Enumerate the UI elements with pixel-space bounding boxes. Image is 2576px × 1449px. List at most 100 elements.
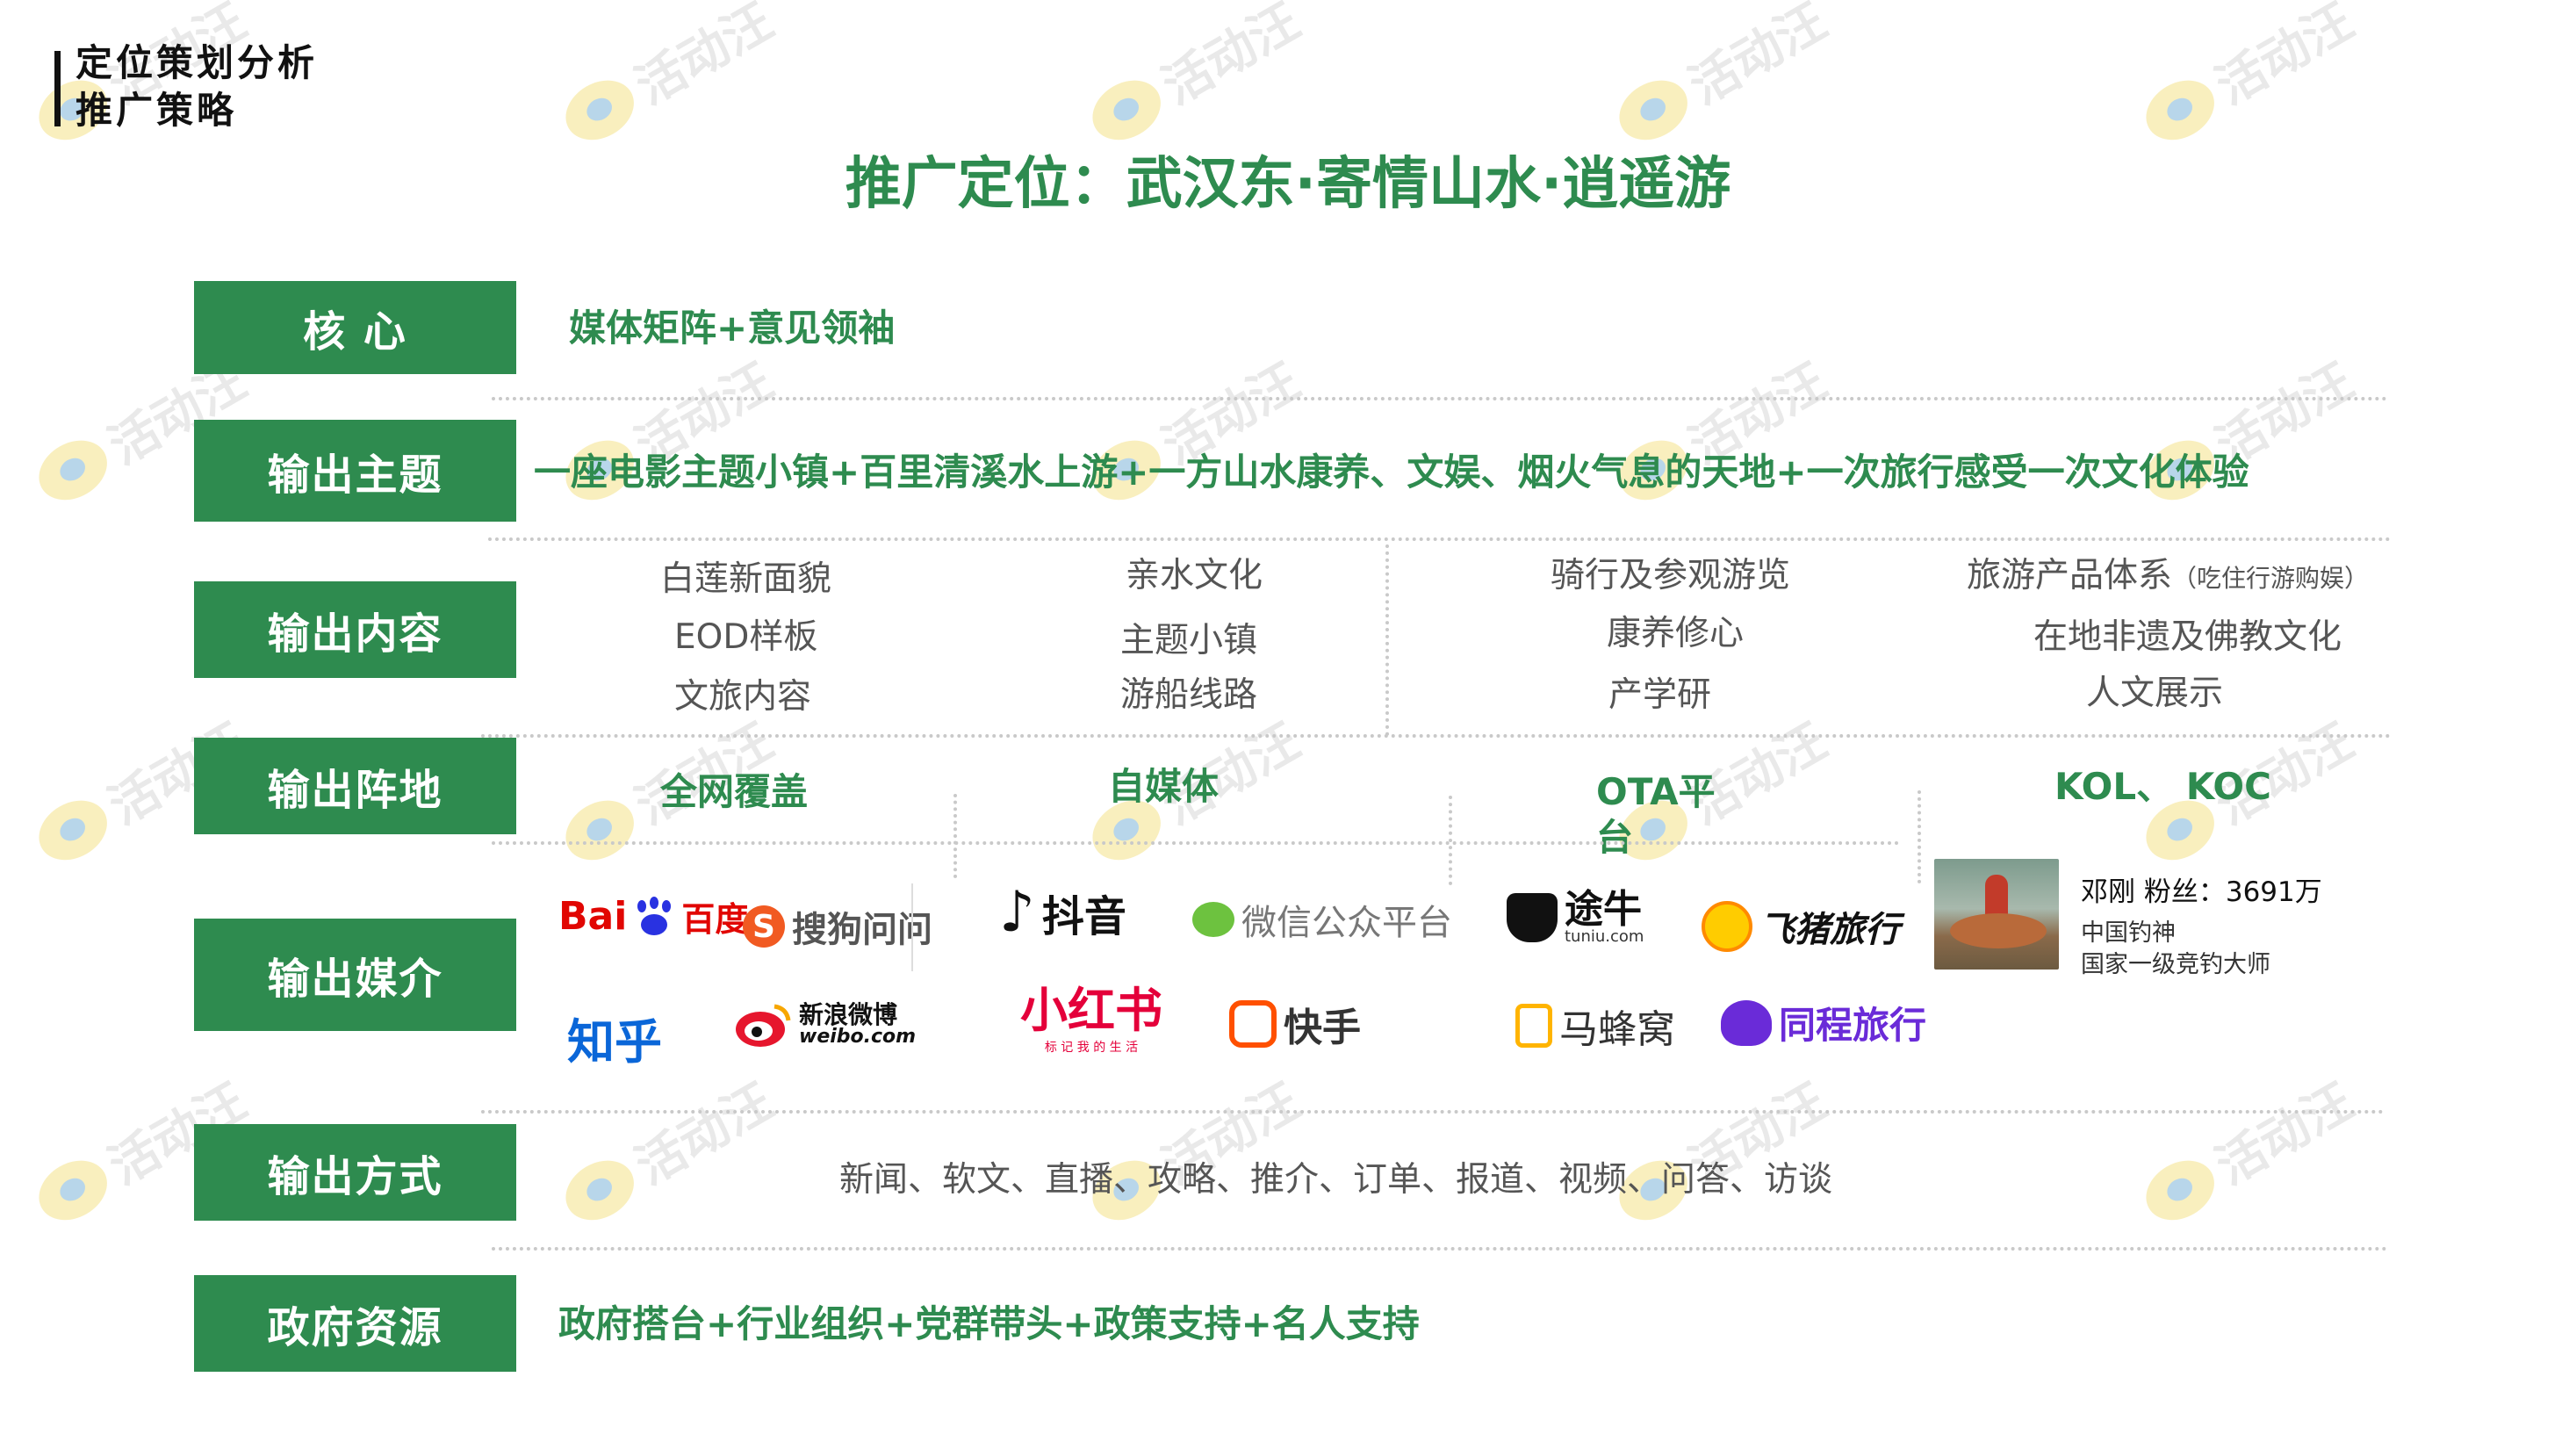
douyin-text: 抖音 xyxy=(1041,892,1126,941)
mafengwo-text: 马蜂窝 xyxy=(1559,1007,1675,1052)
kuaishou-text: 快手 xyxy=(1284,1006,1361,1050)
logo-tongcheng: 同程旅行 xyxy=(1721,996,1926,1049)
content-item: 产学研 xyxy=(1608,675,1712,715)
core-text: 媒体矩阵+意见领袖 xyxy=(569,306,896,350)
weibo-icon xyxy=(736,1004,791,1047)
watermark-mascot-icon xyxy=(27,428,118,512)
platform-kol-koc: KOL、 KOC xyxy=(2054,765,2271,808)
separator xyxy=(481,734,2392,738)
fliggy-icon xyxy=(1702,901,1752,952)
logo-fliggy: 飞猪旅行 xyxy=(1702,901,1900,952)
weibo-cn: 新浪微博 xyxy=(799,1000,898,1029)
method-text: 新闻、软文、直播、攻略、推介、订单、报道、视频、问答、访谈 xyxy=(839,1160,1833,1200)
logo-baidu: Bai 百度 xyxy=(558,892,748,941)
watermark-mascot-icon xyxy=(1608,68,1698,152)
label-gov: 政府资源 xyxy=(194,1275,516,1372)
watermark: 活动汪 xyxy=(1604,0,1838,159)
watermark-mascot-icon xyxy=(2134,1148,2225,1232)
separator xyxy=(488,537,2392,541)
logo-zhihu: 知乎 xyxy=(567,1014,662,1070)
logo-weibo: 新浪微博 weibo.com xyxy=(734,1001,916,1049)
kol-name-fans: 邓刚 粉丝：3691万 xyxy=(2081,876,2322,908)
label-platforms: 输出阵地 xyxy=(194,738,516,834)
watermark: 活动汪 xyxy=(1604,1063,1838,1238)
content-item: 文旅内容 xyxy=(674,677,812,717)
content-item-note: （吃住行游购娱） xyxy=(2172,564,2370,593)
watermark-mascot-icon xyxy=(27,1148,118,1232)
content-item: 旅游产品体系（吃住行游购娱） xyxy=(1967,553,2369,602)
content-item: 骑行及参观游览 xyxy=(1551,556,1791,595)
content-item: 在地非遗及佛教文化 xyxy=(2033,617,2342,657)
separator xyxy=(492,1247,2388,1251)
label-core: 核 心 xyxy=(194,281,516,374)
theme-text: 一座电影主题小镇+百里清溪水上游+一方山水康养、文娱、烟火气息的天地+一次旅行感… xyxy=(534,451,2249,494)
content-item: 人文展示 xyxy=(2086,674,2224,713)
watermark: 活动汪 xyxy=(1077,0,1311,159)
wechat-text: 微信公众平台 xyxy=(1241,903,1452,943)
logo-wechat: 微信公众平台 xyxy=(1192,894,1452,945)
tuniu-en: tuniu.com xyxy=(1565,927,1644,946)
tongcheng-text: 同程旅行 xyxy=(1779,1004,1927,1047)
content-item: 白莲新面貌 xyxy=(660,559,832,599)
photo-person xyxy=(1985,875,2008,919)
photo-fish xyxy=(1950,913,2047,948)
xiaohongshu-slogan: 标 记 我 的 生 活 xyxy=(1044,1041,1139,1055)
xiaohongshu-text: 小红书 xyxy=(1020,983,1162,1038)
header-accent-bar xyxy=(54,51,61,126)
watermark-mascot-icon xyxy=(554,788,644,872)
wechat-icon xyxy=(1192,902,1234,937)
content-item: EOD样板 xyxy=(674,617,818,657)
watermark-mascot-icon xyxy=(554,68,644,152)
logo-kuaishou: 快手 xyxy=(1229,996,1361,1052)
content-item: 游船线路 xyxy=(1120,675,1258,715)
content-item: 康养修心 xyxy=(1607,614,1745,653)
tuniu-text: 途牛 tuniu.com xyxy=(1565,890,1644,945)
logo-douyin: ♪ 抖音 xyxy=(999,882,1126,943)
baidu-text: 百度 xyxy=(681,900,749,939)
platform-ota: OTA平台 xyxy=(1596,770,1716,859)
label-content: 输出内容 xyxy=(194,581,516,678)
tiktok-note-icon: ♪ xyxy=(999,880,1035,945)
watermark: 活动汪 xyxy=(1077,1063,1311,1238)
watermark-mascot-icon xyxy=(554,1148,644,1232)
content-item-main: 旅游产品体系 xyxy=(1967,556,2173,595)
separator xyxy=(481,1110,2385,1114)
weibo-en: weibo.com xyxy=(799,1026,917,1048)
watermark-mascot-icon xyxy=(27,788,118,872)
watermark: 活动汪 xyxy=(550,1063,784,1238)
logo-tuniu: 途牛 tuniu.com xyxy=(1507,890,1644,945)
separator-vertical xyxy=(1449,796,1452,885)
baidu-paw-icon xyxy=(634,896,674,937)
label-method: 输出方式 xyxy=(194,1124,516,1221)
kuaishou-icon xyxy=(1229,1000,1277,1048)
logo-mafengwo: 马蜂窝 xyxy=(1515,998,1675,1054)
section-subtitle: 推广策略 xyxy=(76,89,238,132)
weibo-text: 新浪微博 weibo.com xyxy=(799,1003,916,1047)
separator-vertical xyxy=(1918,790,1921,883)
logo-sogou: S 搜狗问问 xyxy=(743,901,932,952)
kol-title-2: 国家一级竞钓大师 xyxy=(2081,951,2270,978)
platform-self-media: 自媒体 xyxy=(1108,765,1220,808)
content-item: 亲水文化 xyxy=(1126,556,1263,595)
label-theme: 输出主题 xyxy=(194,420,516,522)
separator xyxy=(492,841,1900,845)
separator xyxy=(492,397,2388,400)
section-title: 定位策划分析 xyxy=(76,41,319,84)
watermark: 活动汪 xyxy=(2131,1063,2364,1238)
watermark: 活动汪 xyxy=(550,0,784,159)
logo-xiaohongshu: 小红书 标 记 我 的 生 活 xyxy=(1020,987,1162,1056)
divider xyxy=(911,883,913,971)
platform-all-network: 全网覆盖 xyxy=(660,770,809,813)
tuniu-cow-icon xyxy=(1507,893,1558,942)
sogou-icon: S xyxy=(743,905,785,948)
content-item: 主题小镇 xyxy=(1120,621,1258,660)
kol-title-1: 中国钓神 xyxy=(2081,919,2176,947)
label-media: 输出媒介 xyxy=(194,919,516,1031)
page-title: 推广定位：武汉东·寄情山水·逍遥游 xyxy=(845,152,1731,217)
tuniu-cn: 途牛 xyxy=(1565,887,1642,932)
watermark-mascot-icon xyxy=(1081,68,1171,152)
baidu-text-latin: Bai xyxy=(558,894,628,939)
watermark: 活动汪 xyxy=(2131,0,2364,159)
fliggy-text: 飞猪旅行 xyxy=(1759,910,1900,950)
tongcheng-icon xyxy=(1721,999,1772,1046)
